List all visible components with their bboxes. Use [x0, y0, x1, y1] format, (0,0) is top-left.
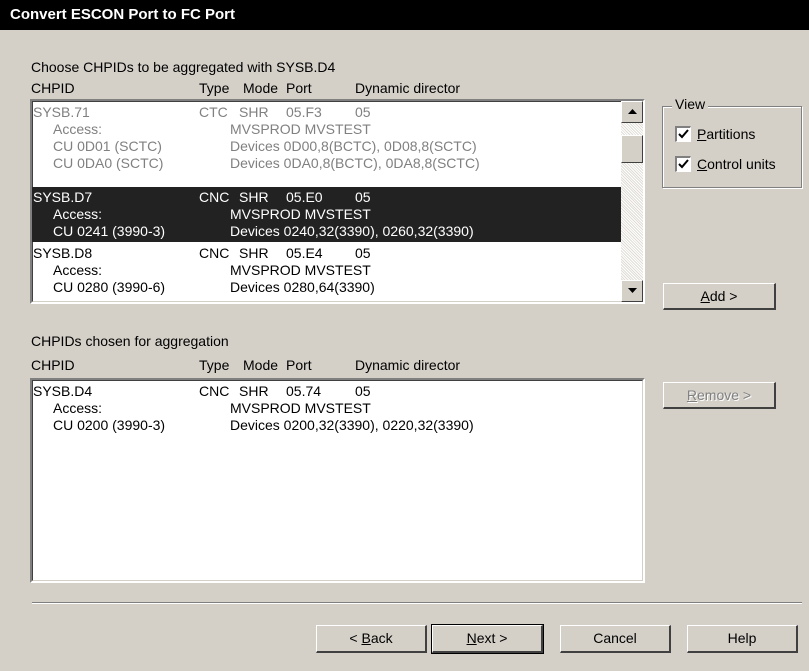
partitions-checkbox[interactable]	[675, 126, 691, 142]
devices-value: Devices 0200,32(3390), 0220,32(3390)	[230, 417, 474, 433]
scroll-up-button[interactable]	[621, 101, 643, 123]
col-header-mode: Mode	[243, 80, 279, 96]
add-button[interactable]: Add >	[663, 283, 776, 310]
chosen-entry-sysb-d4[interactable]: SYSB.D4 CNC SHR 05.74 05 Access: MVSPROD…	[32, 383, 643, 451]
help-label: Help	[727, 630, 757, 646]
remove-button[interactable]: Remove >	[663, 382, 776, 409]
col-header-dynamic-director: Dynamic director	[355, 80, 461, 96]
port: 05.74	[286, 383, 322, 399]
control-units-label[interactable]: Control units	[697, 156, 776, 172]
col-header-chpid: CHPID	[31, 357, 75, 373]
dynamic-director: 05	[355, 383, 371, 399]
cu-label: CU 0200 (3990-3)	[53, 417, 166, 433]
port: 05.F3	[286, 104, 322, 120]
mode: SHR	[239, 383, 269, 399]
separator-highlight	[32, 603, 802, 604]
chpid-entry-sysb-d8[interactable]: SYSB.D8 CNC SHR 05.E4 05 Access: MVSPROD…	[32, 245, 643, 302]
col-header-port: Port	[286, 357, 312, 373]
devices-value: Devices 0240,32(3390), 0260,32(3390)	[230, 223, 474, 239]
back-button[interactable]: < Back	[316, 625, 427, 653]
view-groupbox	[662, 106, 802, 188]
col-header-chpid: CHPID	[31, 80, 75, 96]
triangle-down-icon	[628, 288, 637, 293]
access-label: Access:	[53, 121, 103, 137]
checkmark-icon	[678, 129, 689, 139]
cu-label: CU 0D01 (SCTC)	[53, 138, 162, 154]
mode: SHR	[239, 245, 269, 261]
access-value: MVSPROD MVSTEST	[230, 400, 371, 416]
port: 05.E4	[286, 245, 323, 261]
triangle-up-icon	[628, 109, 637, 114]
type: CNC	[199, 189, 230, 205]
type: CNC	[199, 245, 230, 261]
next-button[interactable]: Next >	[431, 624, 544, 654]
col-header-mode: Mode	[243, 357, 279, 373]
back-accel: B	[361, 630, 371, 646]
back-label-rest: ack	[370, 630, 393, 646]
back-prefix: <	[349, 630, 362, 646]
chpid: SYSB.D8	[33, 245, 93, 261]
chosen-chpids-label: CHPIDs chosen for aggregation	[31, 333, 229, 349]
help-button[interactable]: Help	[687, 625, 798, 653]
access-label: Access:	[53, 206, 103, 222]
scroll-thumb[interactable]	[621, 135, 643, 163]
partitions-label[interactable]: Partitions	[697, 126, 755, 142]
dynamic-director: 05	[355, 245, 371, 261]
type: CNC	[199, 383, 230, 399]
mode: SHR	[239, 104, 269, 120]
remove-label-rest: emove >	[697, 387, 752, 403]
mode: SHR	[239, 189, 269, 205]
type: CTC	[199, 104, 228, 120]
cu-label: CU 0280 (3990-6)	[53, 279, 166, 295]
add-label-rest: dd >	[709, 288, 738, 304]
next-accel: N	[466, 630, 477, 646]
access-value: MVSPROD MVSTEST	[230, 121, 371, 137]
chpid-entry-sysb-d7[interactable]: SYSB.D7 CNC SHR 05.E0 05 Access: MVSPROD…	[32, 187, 643, 242]
port: 05.E0	[286, 189, 323, 205]
col-header-type: Type	[199, 80, 230, 96]
access-label: Access:	[53, 262, 103, 278]
col-header-type: Type	[199, 357, 230, 373]
remove-accel: R	[686, 387, 698, 403]
control-units-label-rest: ontrol units	[707, 156, 776, 172]
checkmark-icon	[678, 159, 689, 169]
col-header-port: Port	[286, 80, 312, 96]
next-label-rest: ext >	[476, 630, 508, 646]
cu-label: CU 0DA0 (SCTC)	[53, 155, 164, 171]
access-value: MVSPROD MVSTEST	[230, 262, 371, 278]
control-units-checkbox[interactable]	[675, 156, 691, 172]
chpid: SYSB.D4	[33, 383, 93, 399]
available-chpids-list[interactable]: SYSB.71 CTC SHR 05.F3 05 Access: MVSPROD…	[30, 99, 645, 304]
access-value: MVSPROD MVSTEST	[230, 206, 371, 222]
cu-label: CU 0241 (3990-3)	[53, 223, 166, 239]
partitions-label-rest: artitions	[706, 126, 756, 142]
partitions-accel: P	[697, 126, 707, 142]
chpid: SYSB.D7	[33, 189, 93, 205]
add-accel: A	[700, 288, 710, 304]
dynamic-director: 05	[355, 104, 371, 120]
view-group-label: View	[672, 96, 709, 112]
devices-value: Devices 0280,64(3390)	[230, 279, 375, 295]
cancel-button[interactable]: Cancel	[560, 625, 671, 653]
dynamic-director: 05	[355, 189, 371, 205]
devices-value: Devices 0DA0,8(BCTC), 0DA8,8(SCTC)	[230, 155, 480, 171]
chpid-entry-sysb-71[interactable]: SYSB.71 CTC SHR 05.F3 05 Access: MVSPROD…	[32, 104, 643, 172]
chpid: SYSB.71	[33, 104, 90, 120]
col-header-dynamic-director: Dynamic director	[355, 357, 461, 373]
choose-chpids-label: Choose CHPIDs to be aggregated with SYSB…	[31, 59, 336, 75]
control-units-accel: C	[697, 156, 708, 172]
vertical-scrollbar[interactable]	[621, 101, 643, 302]
scroll-down-button[interactable]	[621, 280, 643, 302]
access-label: Access:	[53, 400, 103, 416]
chosen-chpids-list[interactable]: SYSB.D4 CNC SHR 05.74 05 Access: MVSPROD…	[30, 378, 645, 583]
cancel-label: Cancel	[593, 630, 637, 646]
window-title: Convert ESCON Port to FC Port	[0, 0, 809, 30]
devices-value: Devices 0D00,8(BCTC), 0D08,8(SCTC)	[230, 138, 477, 154]
